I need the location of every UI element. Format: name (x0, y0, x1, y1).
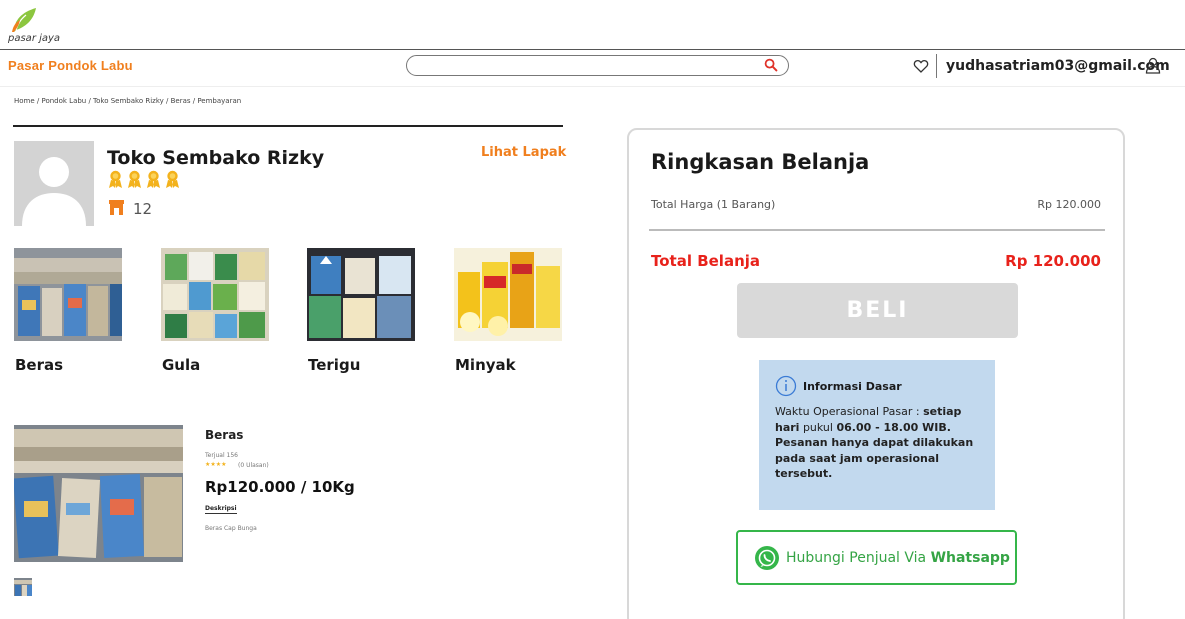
order-summary-panel: Ringkasan Belanja Total Harga (1 Barang)… (627, 128, 1125, 619)
store-medals (107, 170, 181, 189)
whatsapp-icon (755, 545, 779, 570)
info-title: Informasi Dasar (803, 379, 902, 393)
info-box: Informasi Dasar Waktu Operasional Pasar … (759, 360, 995, 510)
store-count: 12 (133, 200, 153, 218)
info-header: Informasi Dasar (775, 375, 982, 397)
view-store-link[interactable]: Lihat Lapak (481, 145, 566, 160)
cooking-oil-image (454, 248, 562, 341)
category-image[interactable] (161, 248, 269, 341)
total-price-label: Total Harga (1 Barang) (651, 198, 776, 211)
product-sold-count: Terjual 156 (205, 452, 238, 459)
category-beras[interactable]: Beras (14, 248, 122, 374)
summary-title: Ringkasan Belanja (651, 150, 870, 174)
product-description-tab[interactable]: Deskripsi (205, 505, 237, 514)
store-avatar (14, 141, 94, 226)
category-image[interactable] (14, 248, 122, 341)
category-label[interactable]: Terigu (308, 356, 360, 374)
product-image[interactable] (14, 425, 183, 562)
whatsapp-label[interactable]: Hubungi Penjual Via Whatsapp (786, 550, 1010, 566)
search-input[interactable] (417, 58, 757, 77)
search-icon[interactable] (764, 58, 778, 72)
buy-button[interactable]: BELI (737, 283, 1018, 338)
market-name[interactable]: Pasar Pondok Labu (8, 58, 133, 73)
category-label[interactable]: Gula (162, 356, 200, 374)
grand-total-label: Total Belanja (651, 252, 761, 270)
medal-icon (128, 170, 141, 188)
category-label[interactable]: Minyak (455, 356, 516, 374)
user-email[interactable]: yudhasatriam03@gmail.com (946, 58, 1170, 74)
product-review-count[interactable]: (0 Ulasan) (238, 462, 269, 469)
info-hours-at: pukul (799, 420, 837, 434)
category-image[interactable] (307, 248, 415, 341)
medal-icon (147, 170, 160, 188)
total-price-value: Rp 120.000 (1037, 198, 1101, 211)
grand-total-value: Rp 120.000 (1005, 252, 1101, 270)
breadcrumb[interactable]: Home / Pondok Labu / Toko Sembako Rizky … (14, 97, 241, 105)
category-image[interactable] (454, 248, 562, 341)
whatsapp-contact-button[interactable]: Hubungi Penjual Via Whatsapp (736, 530, 1017, 585)
whatsapp-label-prefix[interactable]: Hubungi Penjual Via (786, 550, 931, 566)
rice-sacks-image (14, 248, 122, 341)
pasar-jaya-logo[interactable]: pasar jaya (8, 6, 78, 46)
category-terigu[interactable]: Terigu (307, 248, 415, 374)
info-hours-prefix: Waktu Operasional Pasar : (775, 405, 924, 418)
category-label[interactable]: Beras (15, 356, 63, 374)
info-icon (775, 375, 797, 397)
flour-packs-image (307, 248, 415, 341)
category-gula[interactable]: Gula (161, 248, 269, 374)
category-minyak[interactable]: Minyak (454, 248, 562, 374)
avatar-placeholder-icon (22, 157, 86, 226)
user-icon[interactable] (1145, 57, 1161, 74)
product-description: Beras Cap Bunga (205, 525, 257, 532)
store-divider (13, 125, 563, 127)
info-hours: 06.00 - 18.00 WIB. (836, 420, 951, 434)
heart-icon[interactable] (913, 58, 929, 74)
subheader-divider (0, 86, 1185, 87)
product-rating-stars: ★★★★ (205, 461, 227, 468)
rice-thumbnail-image (14, 578, 32, 596)
medal-icon (109, 170, 122, 188)
user-divider (936, 54, 937, 78)
shop-icon (109, 200, 124, 215)
product-thumbnail[interactable] (14, 578, 32, 596)
logo-text: pasar jaya (8, 33, 61, 44)
sugar-packs-image (161, 248, 269, 341)
store-name: Toko Sembako Rizky (107, 147, 325, 169)
search-bar[interactable] (406, 55, 789, 77)
leaf-logo-icon (12, 8, 36, 32)
rice-product-image (14, 425, 183, 562)
header-divider (0, 49, 1185, 50)
info-order-note: Pesanan hanya dapat dilakukan pada saat … (775, 436, 974, 481)
product-price: Rp120.000 / 10Kg (205, 478, 355, 496)
summary-divider (649, 229, 1105, 231)
product-name: Beras (205, 428, 244, 442)
whatsapp-label-app[interactable]: Whatsapp (931, 550, 1010, 566)
info-text: Waktu Operasional Pasar : setiap hari pu… (775, 404, 982, 482)
medal-icon (166, 170, 179, 188)
